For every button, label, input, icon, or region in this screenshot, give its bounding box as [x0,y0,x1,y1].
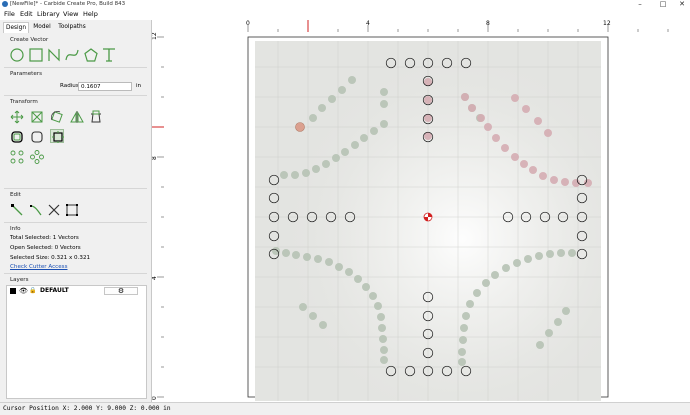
boolean-icon[interactable] [50,129,64,143]
left-ruler [152,20,164,402]
ruler-label-left-0: 0 [152,396,158,400]
divider [4,188,147,189]
mirror-icon[interactable] [70,110,84,124]
polygon-tool-icon[interactable] [84,48,98,62]
left-panel: Design Model Toolpaths Create Vector Par… [0,20,152,414]
ruler-label-top-0: 0 [246,20,250,27]
open-selected: Open Selected: 0 Vectors [10,245,81,251]
trim-icon[interactable] [47,203,61,217]
layers-list: 👁 🔒 DEFAULT ⚙ [6,285,147,399]
maximize-button[interactable]: □ [656,0,670,9]
title-bar: [NewFile]* - Carbide Create Pro, Build 8… [0,0,690,9]
radius-input[interactable]: 0.1607 [78,82,132,91]
ruler-label-top-12: 12 [603,20,611,27]
curve-tool-icon[interactable] [65,48,79,62]
align-icon[interactable] [89,110,103,124]
radius-unit: in [136,83,142,89]
eye-icon[interactable]: 👁 [19,287,28,295]
tab-toolpaths[interactable]: Toolpaths [57,22,87,32]
fillet-icon[interactable] [30,130,44,144]
lock-icon[interactable]: 🔒 [29,287,36,295]
info-heading: Info [10,226,21,232]
polyline-tool-icon[interactable] [47,48,61,62]
bounding-box-icon[interactable] [65,203,79,217]
circle-tool-icon[interactable] [10,48,24,62]
menu-edit[interactable]: Edit [20,9,33,20]
ruler-label-left-8: 8 [152,156,158,160]
rectangle-tool-icon[interactable] [29,48,43,62]
layers-heading: Layers [10,277,29,283]
minimize-button[interactable]: – [633,0,647,9]
divider [4,222,147,223]
layer-row[interactable]: 👁 🔒 DEFAULT ⚙ [7,287,144,297]
layer-name: DEFAULT [40,287,69,294]
tab-bar: Design Model Toolpaths [0,22,151,33]
grid-array-icon[interactable] [30,150,44,164]
node-edit-icon[interactable] [10,203,24,217]
divider [4,273,147,274]
window-title: [NewFile]* - Carbide Create Pro, Build 8… [10,1,126,7]
design-canvas[interactable]: 0 4 8 12 12 8 4 0 [152,20,690,402]
create-vector-heading: Create Vector [10,37,49,43]
canvas-svg: 0 4 8 12 12 8 4 0 [152,20,690,402]
menu-file[interactable]: File [4,9,15,20]
tab-design[interactable]: Design [3,22,29,33]
text-tool-icon[interactable] [102,48,116,62]
ruler-label-left-4: 4 [152,276,158,280]
ruler-label-left-12: 12 [152,32,158,40]
total-selected: Total Selected: 1 Vectors [10,235,79,241]
layer-color-swatch[interactable] [10,288,16,294]
selected-size: Selected Size: 0.321 x 0.321 [10,255,91,261]
radius-label: Radius [60,83,79,89]
menu-bar: File Edit Library View Help [0,9,690,20]
menu-help[interactable]: Help [83,9,98,20]
scale-icon[interactable] [30,110,44,124]
divider [4,95,147,96]
ruler-label-top-4: 4 [366,20,370,27]
transform-heading: Transform [10,99,38,105]
app-icon [2,1,8,7]
offset-icon[interactable] [10,130,24,144]
cursor-position: Cursor Position X: 2.000 Y: 9.000 Z: 0.0… [3,405,171,412]
ruler-label-top-8: 8 [486,20,490,27]
divider [4,67,147,68]
check-cutter-access-link[interactable]: Check Cutter Access [10,264,68,270]
parameters-heading: Parameters [10,71,43,77]
edit-heading: Edit [10,192,21,198]
menu-library[interactable]: Library [37,9,60,20]
tab-model[interactable]: Model [31,22,53,32]
status-bar: Cursor Position X: 2.000 Y: 9.000 Z: 0.0… [0,402,690,415]
gear-icon[interactable]: ⚙ [104,287,138,295]
selected-center-marker[interactable] [423,212,433,222]
circular-array-icon[interactable] [10,150,24,164]
move-icon[interactable] [10,110,24,124]
close-button[interactable]: ✕ [675,0,689,9]
curve-edit-icon[interactable] [29,203,43,217]
rotate-icon[interactable] [50,110,64,124]
menu-view[interactable]: View [63,9,78,20]
